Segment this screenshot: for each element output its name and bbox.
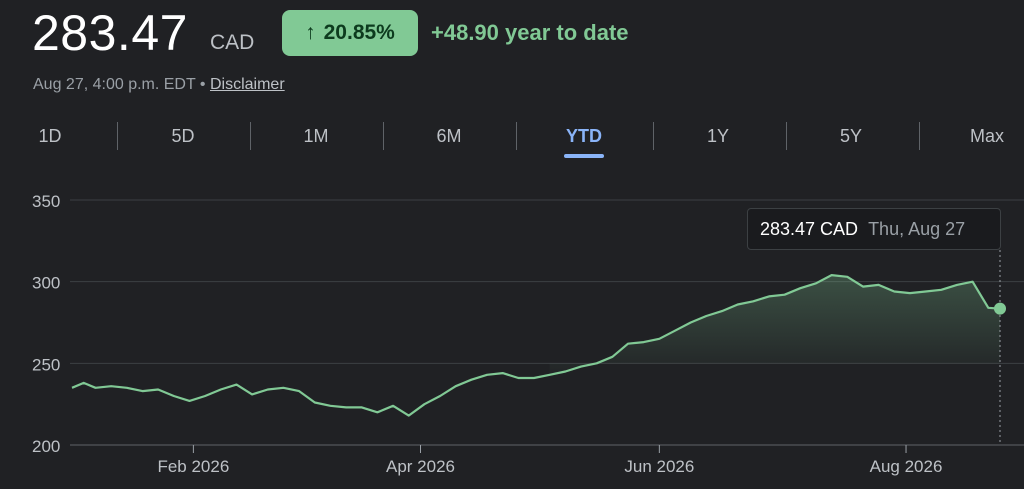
tab-label: 1Y bbox=[706, 126, 730, 146]
tab-1d[interactable]: 1D bbox=[10, 118, 90, 154]
y-tick-label: 300 bbox=[32, 274, 60, 293]
tab-divider bbox=[516, 122, 517, 150]
arrow-up-icon: ↑ bbox=[305, 21, 316, 44]
percent-change-value: 20.85% bbox=[323, 21, 395, 44]
tab-1m[interactable]: 1M bbox=[276, 118, 356, 154]
tab-divider bbox=[653, 122, 654, 150]
tab-label: 6M bbox=[436, 126, 462, 146]
tab-label: Max bbox=[969, 126, 1004, 146]
tab-divider bbox=[919, 122, 920, 150]
currency-label: CAD bbox=[210, 31, 255, 54]
active-tab-indicator bbox=[564, 154, 604, 158]
stock-quote-panel: 283.47 CAD ↑ 20.85% +48.90 year to date … bbox=[0, 0, 1024, 489]
tab-divider bbox=[117, 122, 118, 150]
tab-label: YTD bbox=[566, 126, 602, 146]
tab-6m[interactable]: 6M bbox=[409, 118, 489, 154]
time-range-tabs: 1D 5D 1M 6M YTD 1Y 5Y Max bbox=[0, 118, 1024, 162]
tooltip-price: 283.47 CAD bbox=[760, 218, 859, 239]
tab-label: 1D bbox=[38, 126, 62, 146]
chart-tooltip: 283.47 CAD Thu, Aug 27 bbox=[747, 208, 1001, 250]
tab-label: 5D bbox=[171, 126, 195, 146]
tab-5d[interactable]: 5D bbox=[143, 118, 223, 154]
quote-timestamp: Aug 27, 4:00 p.m. EDT • Disclaimer bbox=[33, 76, 285, 94]
x-tick-label: Feb 2026 bbox=[157, 457, 229, 476]
tab-divider bbox=[383, 122, 384, 150]
x-tick-label: Jun 2026 bbox=[624, 457, 694, 476]
tab-label: 5Y bbox=[839, 126, 863, 146]
tab-max[interactable]: Max bbox=[947, 118, 1024, 154]
current-price: 283.47 bbox=[32, 5, 188, 61]
timestamp-text: Aug 27, 4:00 p.m. EDT bbox=[33, 76, 196, 93]
disclaimer-link[interactable]: Disclaimer bbox=[210, 76, 285, 93]
percent-change-badge: ↑ 20.85% bbox=[282, 10, 418, 56]
x-tick-label: Apr 2026 bbox=[386, 457, 455, 476]
separator-dot: • bbox=[199, 76, 206, 93]
y-tick-label: 250 bbox=[32, 355, 60, 374]
tab-5y[interactable]: 5Y bbox=[811, 118, 891, 154]
tab-ytd[interactable]: YTD bbox=[544, 118, 624, 158]
last-price-marker bbox=[994, 302, 1006, 315]
tooltip-date: Thu, Aug 27 bbox=[868, 218, 966, 239]
tab-divider bbox=[786, 122, 787, 150]
tab-1y[interactable]: 1Y bbox=[678, 118, 758, 154]
x-tick-label: Aug 2026 bbox=[870, 457, 943, 476]
tab-divider bbox=[250, 122, 251, 150]
y-tick-label: 350 bbox=[32, 192, 60, 211]
y-tick-label: 200 bbox=[32, 437, 60, 456]
tab-label: 1M bbox=[303, 126, 329, 146]
ytd-change-text: +48.90 year to date bbox=[431, 20, 629, 45]
